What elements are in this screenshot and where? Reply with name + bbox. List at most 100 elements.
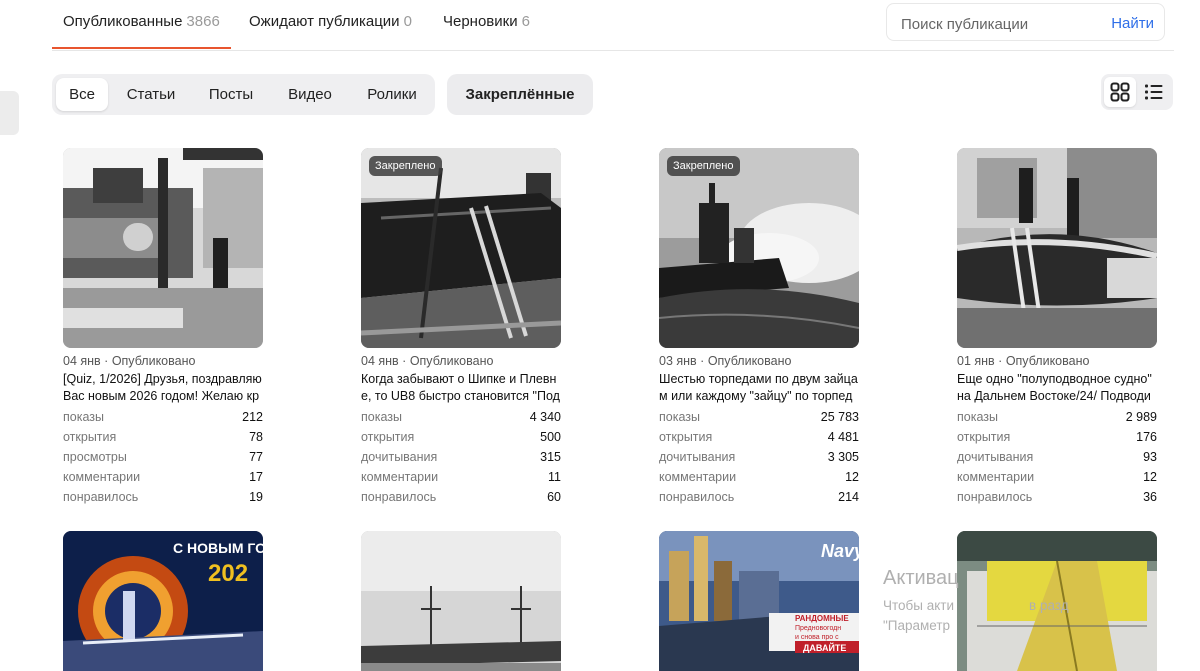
battleship-at-sea-photo	[659, 148, 859, 348]
stat-label: показы	[63, 410, 104, 424]
stat-value: 93	[1143, 450, 1157, 464]
stat-label: понравилось	[659, 490, 735, 504]
tab-drafts[interactable]: Черновики 6	[443, 13, 530, 30]
stat-label: открытия	[659, 430, 713, 444]
stat-value: 500	[540, 430, 561, 444]
search-button[interactable]: Найти	[1111, 15, 1154, 32]
stat-row: показы 25 783	[659, 410, 859, 430]
card-status: Опубликовано	[111, 354, 196, 368]
stat-value: 60	[547, 490, 561, 504]
stat-label: понравилось	[63, 490, 139, 504]
filter-articles[interactable]: Статьи	[116, 78, 186, 111]
tab-published-label: Опубликованные	[63, 13, 183, 30]
new-year-warship-image: С НОВЫМ ГО 202	[63, 531, 263, 671]
tab-pending-label: Ожидают публикации	[249, 13, 400, 30]
filter-all[interactable]: Все	[56, 78, 108, 111]
thumb-text: Предновогодн	[795, 625, 841, 632]
card-meta: 03 янв · Опубликовано	[659, 354, 792, 368]
stat-value: 2 989	[1125, 410, 1157, 424]
list-view-button[interactable]	[1138, 77, 1170, 107]
card-stats: показы 4 340 открытия 500 дочитывания 315 к…	[361, 410, 561, 510]
stat-value: 315	[540, 450, 561, 464]
pinned-badge: Закреплено	[369, 156, 442, 176]
stat-value: 212	[242, 410, 263, 424]
stat-label: комментарии	[361, 470, 439, 484]
stat-row: открытия 500	[361, 430, 561, 450]
filter-posts[interactable]: Посты	[198, 78, 264, 111]
stat-value: 36	[1143, 490, 1157, 504]
card-date: 04 янв	[361, 354, 399, 368]
tab-pending[interactable]: Ожидают публикации 0	[249, 13, 412, 30]
card-thumbnail[interactable]	[957, 148, 1157, 348]
stat-row: понравилось 19	[63, 490, 263, 510]
stat-row: открытия 78	[63, 430, 263, 450]
tab-pending-count: 0	[403, 13, 412, 30]
card-date: 04 янв	[63, 354, 101, 368]
card-stats: показы 2 989 открытия 176 дочитывания 93 ко…	[957, 410, 1157, 510]
stat-value: 17	[249, 470, 263, 484]
stat-row: дочитывания 315	[361, 450, 561, 470]
card-thumbnail[interactable]: Закреплено	[659, 148, 859, 348]
old-cruiser-photo	[361, 531, 561, 671]
thumb-text: и снова про с	[795, 634, 839, 641]
ship-model-photo	[957, 531, 1157, 671]
stat-label: понравилось	[361, 490, 437, 504]
thumb-text: 202	[208, 560, 248, 587]
content-type-filter: Все Статьи Посты Видео Ролики	[52, 74, 435, 115]
stat-label: дочитывания	[659, 450, 736, 464]
card-title[interactable]: [Quiz, 1/2026] Друзья, поздравляю Вас но…	[63, 371, 263, 405]
thumb-text: ДАВАЙТЕ	[803, 642, 846, 653]
stat-label: комментарии	[957, 470, 1035, 484]
card-thumbnail[interactable]	[63, 148, 263, 348]
stat-row: комментарии 12	[957, 470, 1157, 490]
card-thumbnail[interactable]	[957, 531, 1157, 671]
stat-row: понравилось 214	[659, 490, 859, 510]
stat-value: 12	[1143, 470, 1157, 484]
stat-value: 78	[249, 430, 263, 444]
card-title[interactable]: Шестью торпедами по двум зайцам или кажд…	[659, 371, 859, 405]
card-meta: 04 янв · Опубликовано	[63, 354, 196, 368]
card-stats: показы 25 783 открытия 4 481 дочитывания 3 …	[659, 410, 859, 510]
stat-label: открытия	[361, 430, 415, 444]
card-thumbnail[interactable]: С НОВЫМ ГО 202	[63, 531, 263, 671]
stat-row: показы 212	[63, 410, 263, 430]
card-title[interactable]: Еще одно "полуподводное судно" на Дальне…	[957, 371, 1157, 405]
stat-value: 214	[838, 490, 859, 504]
stat-value: 3 305	[827, 450, 859, 464]
stat-value: 176	[1136, 430, 1157, 444]
card-title[interactable]: Когда забывают о Шипке и Плевне, то UB8 …	[361, 371, 561, 405]
left-panel-handle[interactable]	[0, 91, 19, 135]
view-toggle	[1101, 74, 1173, 110]
stat-label: показы	[659, 410, 700, 424]
navy-city-image: Navy РАНДОМНЫЕ Предновогодн и снова про …	[659, 531, 859, 671]
stat-label: показы	[361, 410, 402, 424]
stat-row: понравилось 60	[361, 490, 561, 510]
tab-published[interactable]: Опубликованные 3866	[52, 13, 231, 49]
search-box: Найти	[886, 3, 1165, 41]
stat-value: 4 340	[529, 410, 561, 424]
tab-published-count: 3866	[186, 13, 220, 30]
stat-label: дочитывания	[361, 450, 438, 464]
pinned-badge: Закреплено	[667, 156, 740, 176]
card-thumbnail[interactable]	[361, 531, 561, 671]
filter-video[interactable]: Видео	[278, 78, 342, 111]
stat-value: 25 783	[820, 410, 859, 424]
filter-shorts[interactable]: Ролики	[356, 78, 428, 111]
thumb-text: Navy	[821, 541, 859, 561]
stat-value: 11	[548, 470, 561, 484]
search-input[interactable]	[899, 12, 1103, 36]
stat-row: комментарии 12	[659, 470, 859, 490]
semi-submarine-photo	[957, 148, 1157, 348]
stat-label: просмотры	[63, 450, 127, 464]
card-thumbnail[interactable]: Закреплено	[361, 148, 561, 348]
card-thumbnail[interactable]: Navy РАНДОМНЫЕ Предновогодн и снова про …	[659, 531, 859, 671]
stat-label: понравилось	[957, 490, 1033, 504]
stat-row: открытия 4 481	[659, 430, 859, 450]
card-stats: показы 212 открытия 78 просмотры 77 коммент…	[63, 410, 263, 510]
filter-pinned[interactable]: Закреплённые	[447, 74, 593, 115]
card-date: 01 янв	[957, 354, 995, 368]
grid-icon	[1110, 82, 1130, 102]
stat-row: комментарии 17	[63, 470, 263, 490]
grid-view-button[interactable]	[1104, 77, 1136, 107]
submarine-drydock-photo	[361, 148, 561, 348]
